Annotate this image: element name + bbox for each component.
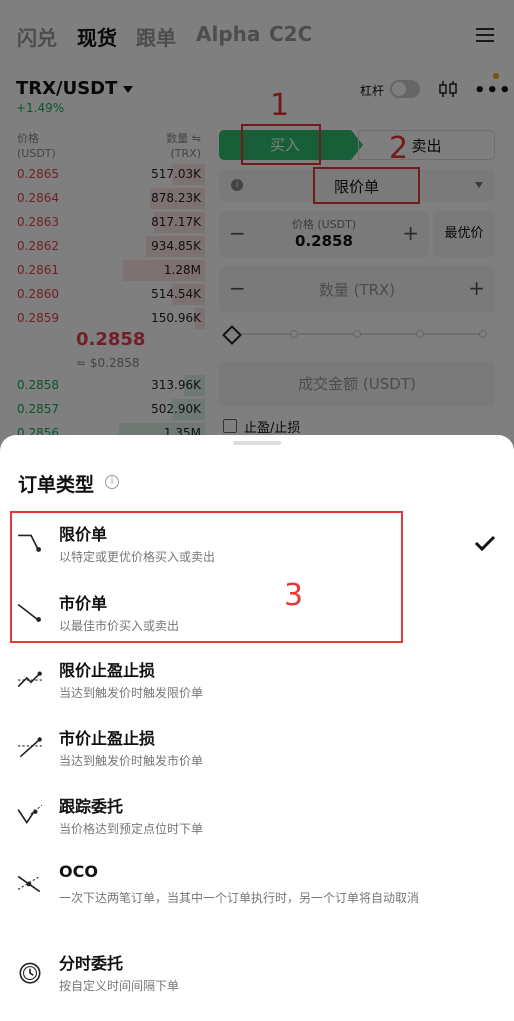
option-description: 当价格达到预定点位时下单 (59, 822, 204, 836)
info-icon[interactable]: i (105, 475, 119, 489)
option-name: 市价止盈止损 (59, 729, 156, 748)
option-description: 按自定义时间间隔下单 (59, 979, 180, 993)
option-name: OCO (59, 862, 98, 881)
limit-tpsl-icon (17, 671, 42, 688)
order-type-option[interactable]: 市价止盈止损当达到触发价时触发市价单 (0, 725, 514, 785)
annotation-box-3 (10, 511, 403, 643)
option-name: 跟踪委托 (59, 797, 124, 816)
order-type-sheet: 订单类型 i 限价单 以特定或更优价格买入或卖出 市价单 以最佳市价买入或卖出 限价止盈… (0, 435, 514, 1021)
option-description: 一次下达两笔订单，当其中一个订单执行时，另一个订单将自动取消 (59, 891, 420, 905)
twap-clock-icon (19, 962, 41, 984)
oco-icon (17, 875, 41, 893)
annotation-number-3: 3 (284, 578, 304, 613)
checkmark-icon (474, 535, 496, 551)
option-description: 当达到触发价时触发限价单 (59, 686, 204, 700)
order-type-option[interactable]: 分时委托按自定义时间间隔下单 (0, 950, 514, 1010)
option-name: 限价止盈止损 (59, 661, 156, 680)
order-type-option[interactable]: OCO 一次下达两笔订单，当其中一个订单执行时，另一个订单将自动取消 (0, 862, 514, 922)
market-tpsl-icon (18, 737, 42, 758)
sheet-title: 订单类型 (18, 474, 95, 496)
option-name: 分时委托 (59, 954, 124, 973)
order-type-option[interactable]: 限价止盈止损当达到触发价时触发限价单 (0, 657, 514, 717)
option-description: 当达到触发价时触发市价单 (59, 754, 204, 768)
trailing-order-icon (17, 804, 43, 824)
sheet-drag-handle[interactable] (233, 441, 281, 445)
order-type-option[interactable]: 跟踪委托当价格达到预定点位时下单 (0, 793, 514, 853)
